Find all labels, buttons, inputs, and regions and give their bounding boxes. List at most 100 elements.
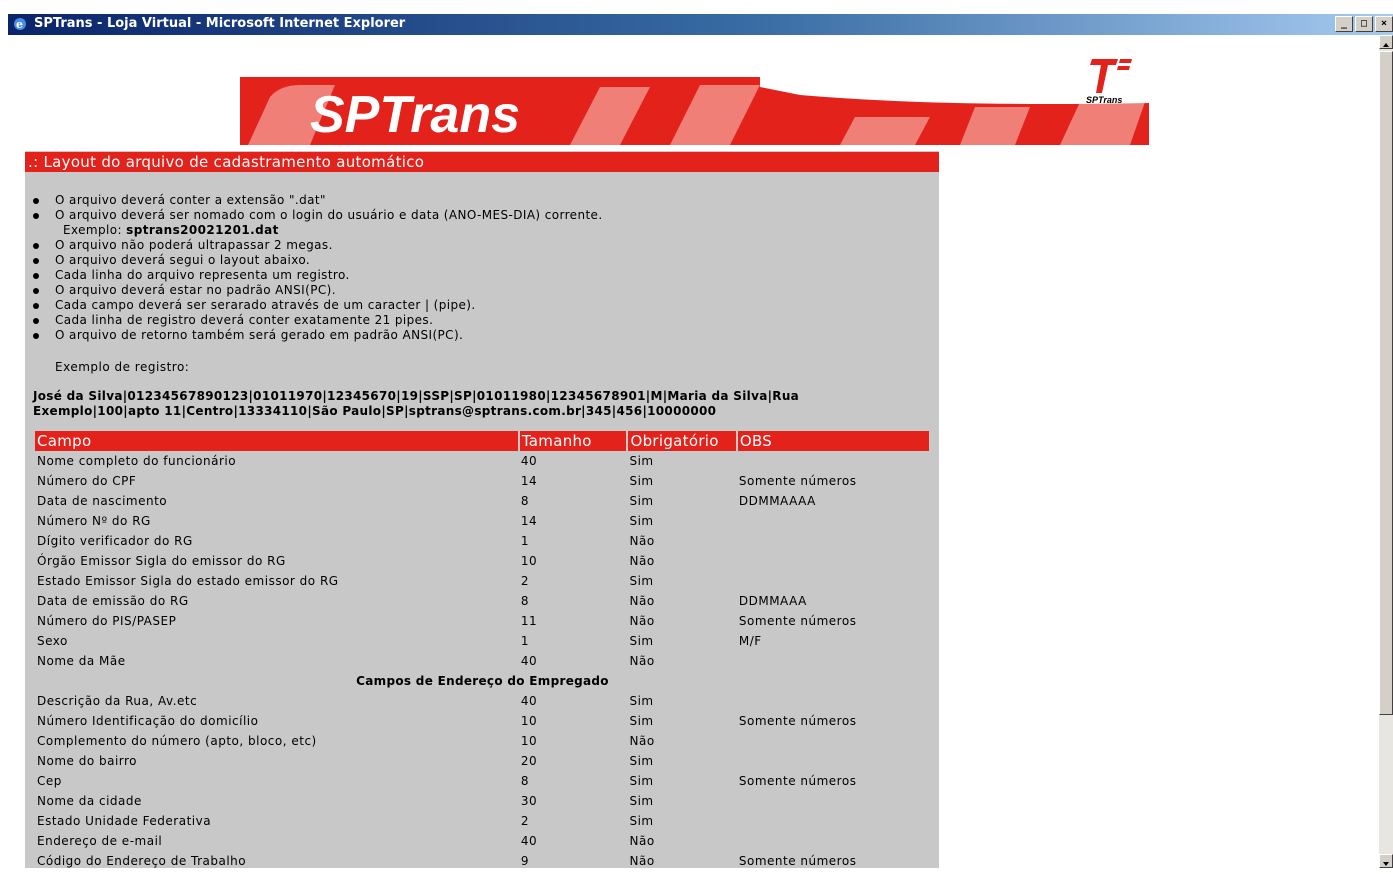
cell-tamanho: 10 [520, 714, 538, 728]
cell-campo: Nome do bairro [37, 754, 138, 768]
table-row: Órgão Emissor Sigla do emissor do RG 10 Nã… [35, 551, 930, 571]
cell-tamanho: 40 [520, 454, 538, 468]
cell-tamanho: 14 [520, 514, 538, 528]
record-example: José da Silva|01234567890123|01011970|12… [33, 389, 913, 419]
cell-obs: M/F [738, 634, 762, 648]
cell-tamanho: 10 [520, 734, 538, 748]
sptrans-banner: SPTrans [240, 77, 1149, 145]
rule-item: O arquivo não poderá ultrapassar 2 megas… [33, 238, 603, 253]
table-row: Sexo 1 Sim M/F [35, 631, 930, 651]
table-row: Nome da cidade 30 Sim [35, 791, 930, 811]
cell-obs [737, 651, 930, 671]
cell-obs [737, 531, 930, 551]
header-obs: OBS [736, 431, 932, 451]
bullet-icon [33, 273, 39, 279]
cell-tamanho: 30 [520, 794, 538, 808]
table-header-row: Campo Tamanho Obrigatório OBS [35, 431, 932, 451]
record-line-1: José da Silva|01234567890123|01011970|12… [33, 389, 800, 403]
bullet-icon [33, 243, 39, 249]
cell-campo: Dígito verificador do RG [37, 534, 193, 548]
rule-item: O arquivo de retorno também será gerado … [33, 328, 603, 343]
cell-obs: Somente números [738, 774, 857, 788]
cell-obrigatorio: Sim [629, 694, 654, 708]
table-section: Campos de Endereço do Empregado [35, 671, 930, 691]
cell-campo: Nome da Mãe [37, 654, 126, 668]
cell-obrigatorio: Sim [629, 634, 654, 648]
rule-item: O arquivo deverá conter a extensão ".dat… [33, 193, 603, 208]
table-row: Endereço de e-mail 40 Não [35, 831, 930, 851]
layout-panel: .: Layout do arquivo de cadastramento au… [25, 151, 939, 868]
rule-item: O arquivo deverá ser nomado com o login … [33, 208, 603, 223]
maximize-button[interactable]: □ [1355, 16, 1373, 32]
cell-obrigatorio: Não [629, 534, 655, 548]
cell-obs [737, 831, 930, 851]
cell-tamanho: 11 [520, 614, 538, 628]
cell-obrigatorio: Não [629, 734, 655, 748]
cell-obrigatorio: Não [629, 854, 655, 868]
rules-list: O arquivo deverá conter a extensão ".dat… [33, 193, 603, 343]
header-obrigatorio: Obrigatório [627, 431, 738, 451]
bullet-icon [33, 198, 39, 204]
cell-obs [737, 751, 930, 771]
bullet-icon [33, 258, 39, 264]
cell-tamanho: 2 [520, 574, 529, 588]
table-row: Data de nascimento 8 Sim DDMMAAAA [35, 491, 930, 511]
cell-obrigatorio: Sim [629, 474, 654, 488]
cell-obrigatorio: Não [629, 554, 655, 568]
table-row: Nome completo do funcionário 40 Sim [35, 451, 930, 471]
scroll-down-button[interactable] [1379, 854, 1393, 868]
page-viewport: SPTrans SPTrans .: Layout do arquivo de … [11, 35, 1379, 868]
scroll-thumb[interactable] [1379, 51, 1393, 715]
svg-text:e: e [16, 18, 23, 31]
cell-obs [737, 811, 930, 831]
cell-tamanho: 40 [520, 694, 538, 708]
cell-obs [737, 731, 930, 751]
table-row: Nome do bairro 20 Sim [35, 751, 930, 771]
vertical-scrollbar[interactable] [1379, 35, 1393, 868]
cell-tamanho: 14 [520, 474, 538, 488]
cell-tamanho: 1 [520, 534, 529, 548]
table-row: Descrição da Rua, Av.etc 40 Sim [35, 691, 930, 711]
cell-tamanho: 8 [520, 594, 529, 608]
cell-campo: Nome completo do funcionário [37, 454, 237, 468]
table-row: Número Identificação do domicílio 10 Sim So… [35, 711, 930, 731]
logo-small-text: SPTrans [1086, 95, 1122, 105]
bullet-icon [33, 213, 39, 219]
cell-obs: Somente números [738, 614, 857, 628]
table-row: Dígito verificador do RG 1 Não [35, 531, 930, 551]
sptrans-logo: SPTrans [1086, 59, 1132, 105]
header-campo: Campo [35, 431, 520, 451]
table-body-employee: Nome completo do funcionário 40 Sim Número … [35, 451, 930, 671]
cell-obs [737, 451, 930, 471]
table-row: Estado Emissor Sigla do estado emissor d… [35, 571, 930, 591]
rule-example-filename: Exemplo: sptrans20021201.dat [63, 223, 279, 237]
header-tamanho: Tamanho [518, 431, 629, 451]
cell-tamanho: 10 [520, 554, 538, 568]
minimize-button[interactable]: _ [1335, 16, 1353, 32]
scroll-up-button[interactable] [1379, 35, 1393, 49]
table-row: Data de emissão do RG 8 Não DDMMAAA [35, 591, 930, 611]
cell-campo: Descrição da Rua, Av.etc [37, 694, 198, 708]
cell-tamanho: 8 [520, 774, 529, 788]
bullet-icon [33, 333, 39, 339]
cell-tamanho: 9 [520, 854, 529, 868]
arrow-up-icon [1383, 43, 1389, 47]
cell-campo: Complemento do número (apto, bloco, etc) [37, 734, 317, 748]
record-line-2: Exemplo|100|apto 11|Centro|13334110|São … [33, 404, 717, 418]
ie-icon: e [14, 18, 26, 31]
cell-campo: Nome da cidade [37, 794, 142, 808]
table-row: Número do PIS/PASEP 11 Não Somente números [35, 611, 930, 631]
cell-obs: Somente números [738, 474, 857, 488]
cell-obrigatorio: Não [629, 834, 655, 848]
panel-title: .: Layout do arquivo de cadastramento au… [25, 152, 939, 172]
cell-campo: Número do PIS/PASEP [37, 614, 177, 628]
cell-obrigatorio: Não [629, 614, 655, 628]
cell-obs [737, 691, 930, 711]
close-button[interactable]: × [1375, 16, 1393, 32]
cell-campo: Sexo [37, 634, 68, 648]
cell-obs: Somente números [738, 854, 857, 868]
bullet-icon [33, 318, 39, 324]
cell-campo: Número Identificação do domicílio [37, 714, 259, 728]
cell-campo: Número do CPF [37, 474, 137, 488]
cell-campo: Código do Endereço de Trabalho [37, 854, 247, 868]
